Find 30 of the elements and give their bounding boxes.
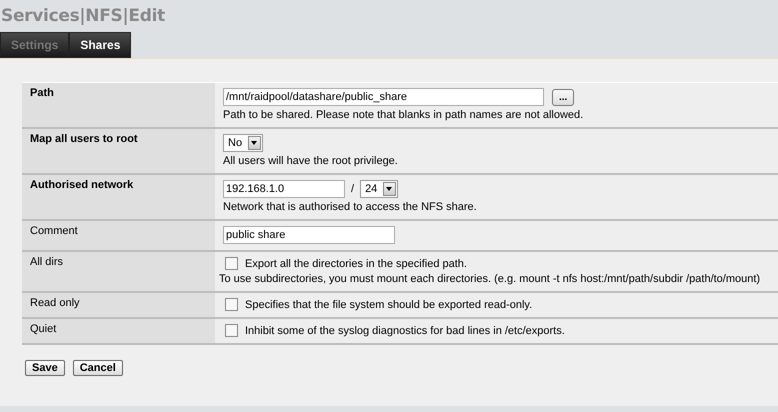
comment-input[interactable]: public share bbox=[223, 226, 395, 244]
field-description: Network that is authorised to access the NFS share. bbox=[223, 201, 478, 213]
field-label: Path bbox=[22, 83, 215, 127]
checkbox[interactable] bbox=[225, 298, 238, 311]
field-label: Authorised network bbox=[22, 175, 215, 219]
field-label: Map all users to root bbox=[22, 129, 215, 173]
caret-icon bbox=[383, 182, 396, 196]
form-button[interactable]: Save bbox=[25, 360, 65, 376]
checkbox-caption: Export all the directories in the specified path. bbox=[245, 258, 467, 270]
field-label: Quiet bbox=[22, 319, 215, 343]
checkbox[interactable] bbox=[225, 324, 238, 337]
field-label: All dirs bbox=[22, 252, 215, 291]
caret-icon bbox=[248, 136, 262, 150]
field-description: All users will have the root privilege. bbox=[223, 155, 399, 167]
checkbox[interactable] bbox=[225, 257, 238, 270]
field-description: Path to be shared. Please note that blanks in path names are not allowed. bbox=[223, 109, 584, 121]
tab[interactable]: Shares bbox=[69, 32, 132, 58]
mask-dropdown[interactable]: 24 bbox=[360, 180, 398, 198]
form-button[interactable]: Cancel bbox=[72, 360, 123, 376]
field-description: To use subdirectories, you must mount each directories. (e.g. mount -t nfs host:/mnt/path/subdir /path/to/mount) bbox=[219, 273, 762, 285]
path-input[interactable]: /mnt/raidpool/datashare/public_share bbox=[223, 88, 544, 106]
checkbox-caption: Specifies that the file system should be exported read-only. bbox=[245, 298, 532, 310]
field-label: Comment bbox=[22, 221, 215, 250]
checkbox-caption: Inhibit some of the syslog diagnostics for bad lines in /etc/exports. bbox=[245, 324, 565, 336]
page-title: Services|NFS|Edit bbox=[0, 5, 166, 28]
dropdown[interactable]: No bbox=[223, 134, 264, 152]
network-input[interactable]: 192.168.1.0 bbox=[223, 180, 345, 198]
field-label: Read only bbox=[22, 293, 215, 317]
separator: / bbox=[350, 183, 356, 195]
browse-button[interactable]: ... bbox=[552, 88, 574, 106]
